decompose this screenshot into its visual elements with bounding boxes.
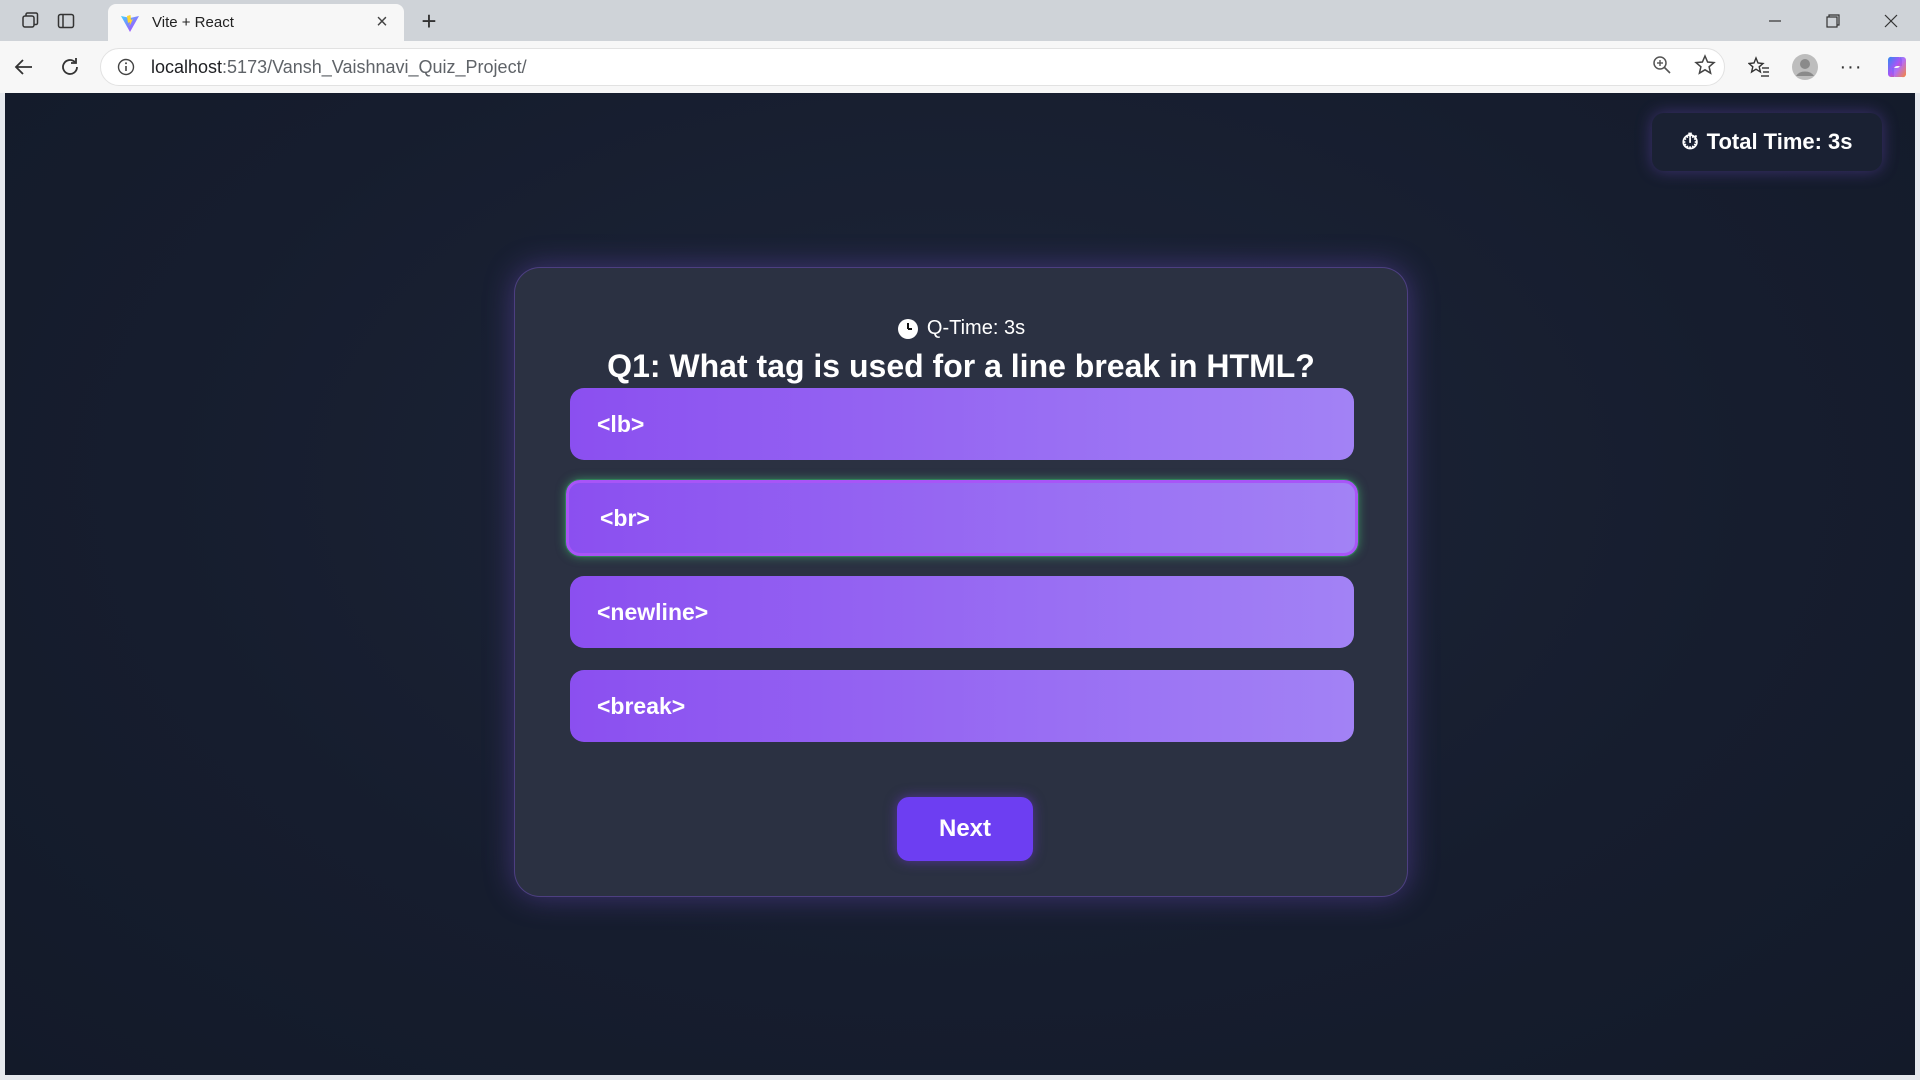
new-tab-icon[interactable]: + (414, 6, 444, 36)
tab-title: Vite + React (152, 14, 234, 31)
minimize-icon[interactable] (1746, 0, 1804, 41)
answer-option-label: <break> (597, 692, 686, 719)
tab-actions-icon[interactable] (52, 7, 80, 35)
answer-option-1[interactable]: <lb> (570, 388, 1354, 460)
window-controls (1746, 0, 1920, 41)
answer-option-2-selected[interactable]: <br> (566, 480, 1358, 556)
copilot-icon[interactable] (1874, 44, 1920, 90)
url-field[interactable]: localhost:5173/Vansh_Vaishnavi_Quiz_Proj… (100, 48, 1725, 86)
answer-option-label: <br> (600, 504, 650, 531)
answer-options: <lb> <br> <newline> <break> (566, 388, 1358, 764)
favorite-star-icon[interactable] (1694, 53, 1716, 81)
quiz-card: Q-Time: 3s Q1: What tag is used for a li… (514, 267, 1408, 897)
question-timer: Q-Time: 3s (515, 317, 1407, 340)
url-path: :5173/Vansh_Vaishnavi_Quiz_Project/ (222, 56, 527, 77)
browser-tab-active[interactable]: Vite + React × (108, 4, 404, 41)
url-text: localhost:5173/Vansh_Vaishnavi_Quiz_Proj… (151, 57, 527, 78)
answer-option-label: <lb> (597, 410, 645, 437)
more-icon[interactable]: ··· (1828, 44, 1874, 90)
close-window-icon[interactable] (1862, 0, 1920, 41)
refresh-icon[interactable] (52, 49, 88, 85)
zoom-icon[interactable] (1652, 55, 1672, 80)
answer-option-3[interactable]: <newline> (570, 576, 1354, 648)
total-time-label: Total Time: 3s (1706, 129, 1853, 154)
clock-icon (897, 318, 918, 339)
next-button[interactable]: Next (897, 797, 1033, 861)
stopwatch-icon: ⏱ (1681, 129, 1699, 154)
site-info-icon[interactable] (115, 56, 137, 78)
browser-address-bar: localhost:5173/Vansh_Vaishnavi_Quiz_Proj… (0, 41, 1920, 93)
restore-icon[interactable] (1804, 0, 1862, 41)
answer-option-label: <newline> (597, 598, 709, 625)
workspaces-icon[interactable] (16, 7, 44, 35)
close-tab-icon[interactable]: × (372, 11, 392, 34)
total-time-badge: ⏱ Total Time: 3s (1652, 113, 1882, 171)
page-viewport: ⏱ Total Time: 3s Q-Time: 3s Q1: What tag… (5, 93, 1915, 1075)
vite-favicon (121, 14, 139, 32)
answer-option-4[interactable]: <break> (570, 670, 1354, 742)
question-text: Q1: What tag is used for a line break in… (607, 348, 1315, 384)
profile-icon[interactable] (1782, 44, 1828, 90)
url-host: localhost (151, 56, 223, 77)
favorites-icon[interactable] (1736, 44, 1782, 90)
back-icon[interactable] (6, 49, 42, 85)
question-time-label: Q-Time: 3s (926, 317, 1026, 339)
browser-tab-bar: Vite + React × + (0, 0, 1920, 41)
